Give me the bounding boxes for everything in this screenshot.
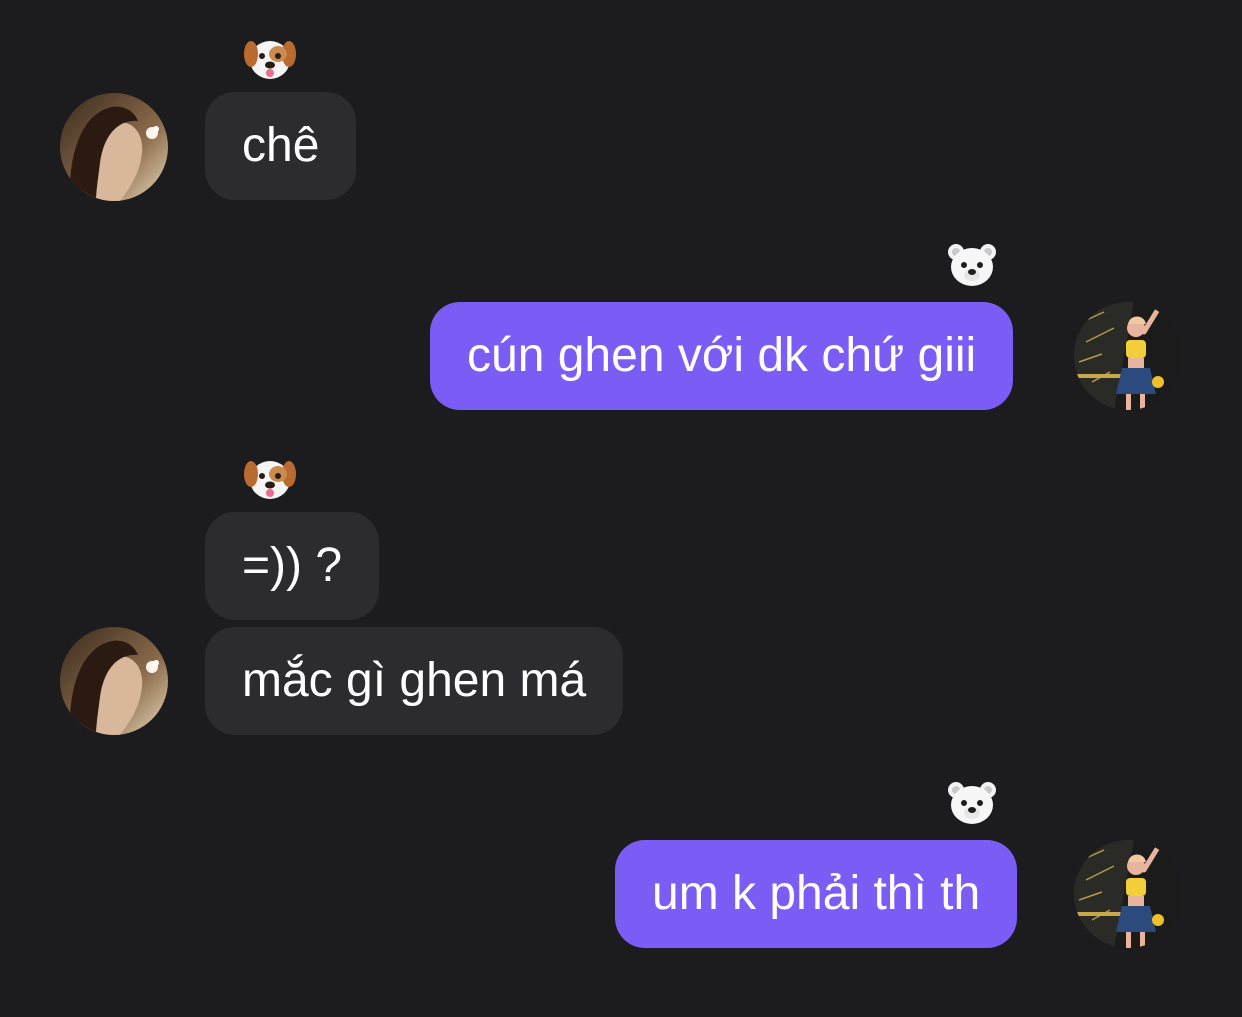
chat-thread: chê cún ghen với dk chứ giii =)) ? mắc g… xyxy=(0,0,1242,1017)
message-bubble-outgoing[interactable]: um k phải thì th xyxy=(615,840,1018,948)
message-bubble-outgoing[interactable]: cún ghen với dk chứ giii xyxy=(430,302,1014,410)
message-bubble-incoming[interactable]: chê xyxy=(205,92,357,200)
message-text: chê xyxy=(242,119,320,172)
message-text: cún ghen với dk chứ giii xyxy=(467,329,977,382)
message-text: =)) ? xyxy=(242,539,343,592)
polar-bear-reaction-icon[interactable] xyxy=(944,238,1000,290)
contact-avatar[interactable] xyxy=(60,93,168,201)
contact-avatar[interactable] xyxy=(60,627,168,735)
message-bubble-incoming[interactable]: =)) ? xyxy=(205,512,380,620)
dog-face-reaction-icon[interactable] xyxy=(242,452,298,504)
message-text: um k phải thì th xyxy=(652,867,981,920)
my-avatar[interactable] xyxy=(1074,302,1182,410)
message-text: mắc gì ghen má xyxy=(242,654,587,707)
message-bubble-incoming[interactable]: mắc gì ghen má xyxy=(205,627,624,735)
polar-bear-reaction-icon[interactable] xyxy=(944,776,1000,828)
dog-face-reaction-icon[interactable] xyxy=(242,32,298,84)
my-avatar[interactable] xyxy=(1074,840,1182,948)
